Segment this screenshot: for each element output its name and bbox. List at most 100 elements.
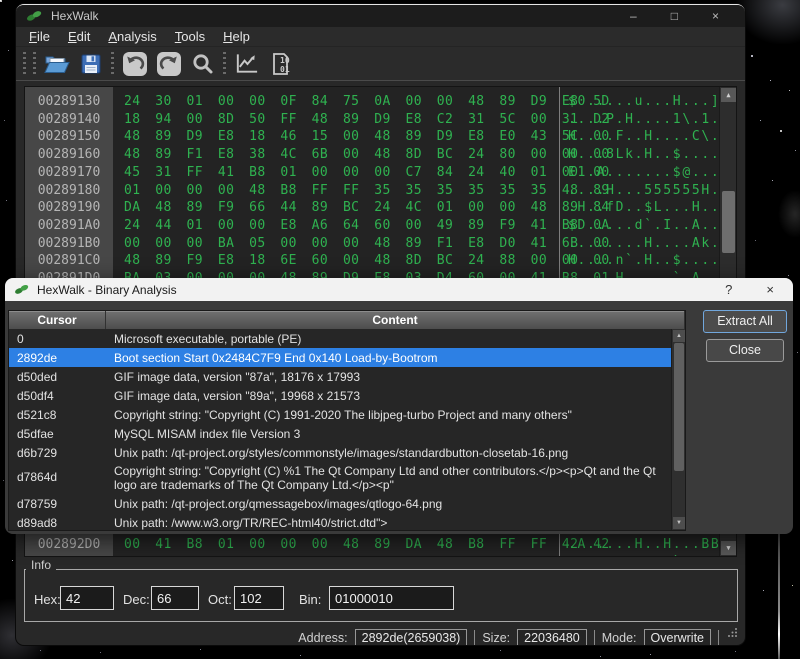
row-cursor: 0 [9,332,106,346]
hex-field[interactable] [60,586,114,610]
row-cursor: d50ded [9,370,106,384]
hex-converter-button[interactable]: 10 01 [267,50,294,77]
mode-value[interactable]: Overwrite [644,629,711,646]
redo-arrow-icon [156,51,182,77]
resize-grip[interactable] [727,627,738,638]
row-content: Boot section Start 0x2484C7F9 End 0x140 … [106,351,671,365]
menu-analysis[interactable]: Analysis [99,28,165,45]
hex-bytes[interactable]: 18 94 00 8D 50 FF 48 89 D9 E8 C2 31 5C 0… [124,111,610,129]
menu-bar: File Edit Analysis Tools Help [16,27,745,47]
scrollbar-thumb[interactable] [722,191,735,253]
table-row[interactable]: d50ded GIF image data, version "87a", 18… [9,367,671,386]
hex-ascii[interactable]: .A.....H..H...BB [568,536,720,554]
minimize-button[interactable]: – [630,9,637,23]
toolbar-drag-handle[interactable] [23,52,26,76]
row-content: Unix path: /qt-project.org/qmessagebox/i… [106,497,671,511]
table-row[interactable]: d6b729 Unix path: /qt-project.org/styles… [9,443,671,462]
hex-ascii[interactable]: H....n`.H..$.... [568,252,720,270]
table-row[interactable]: d7864d Copyright string: "Copyright (C) … [9,462,671,494]
scrollbar-thumb[interactable] [674,343,684,471]
undo-button[interactable] [121,50,148,77]
table-scrollbar[interactable]: ▲ ▼ [671,329,685,530]
analysis-chart-button[interactable] [233,50,260,77]
scroll-down-icon[interactable]: ▼ [721,541,736,555]
hex-bytes[interactable]: 48 89 F9 E8 18 6E 60 00 48 8D BC 24 88 0… [124,252,610,270]
menu-edit[interactable]: Edit [59,28,99,45]
toolbar-drag-handle[interactable] [111,52,114,76]
mode-label: Mode: [602,631,637,645]
oct-field[interactable] [234,586,284,610]
row-cursor: d521c8 [9,408,106,422]
table-row[interactable]: d5dfae MySQL MISAM index file Version 3 [9,424,671,443]
row-content: GIF image data, version "89a", 19968 x 2… [106,389,671,403]
row-cursor: d78759 [9,497,106,511]
hex-bytes[interactable]: 24 30 01 00 00 0F 84 75 0A 00 00 48 89 D… [124,93,610,111]
menu-file[interactable]: File [20,28,59,45]
status-separator [474,630,475,646]
close-button[interactable]: × [712,9,719,23]
table-row[interactable]: d50df4 GIF image data, version "89a", 19… [9,386,671,405]
hex-ascii[interactable]: H....F..H....C\. [568,128,720,146]
redo-button[interactable] [155,50,182,77]
hex-bytes[interactable]: 00 41 B8 01 00 00 00 48 89 DA 48 B8 FF F… [124,536,610,554]
table-row[interactable]: d78759 Unix path: /qt-project.org/qmessa… [9,494,671,513]
hex-label: Hex: [34,592,61,607]
hex-ascii[interactable]: $0.....u...H...] [568,93,720,111]
dialog-close-button[interactable]: × [766,282,774,297]
table-header: Cursor Content [9,311,685,329]
dialog-help-button[interactable]: ? [725,282,732,297]
hex-ascii[interactable]: H...8Lk.H..$.... [568,146,720,164]
content-column-header[interactable]: Content [106,311,685,329]
hex-ascii[interactable]: ....P.H....1\.1. [568,111,720,129]
hex-row: 00289170 45 31 FF 41 B8 01 00 00 00 C7 8… [25,164,736,182]
cursor-column-header[interactable]: Cursor [9,311,106,329]
hex-ascii[interactable]: ........H....Ak. [568,235,720,253]
search-button[interactable] [189,50,216,77]
extract-all-button[interactable]: Extract All [703,310,787,333]
hex-ascii[interactable]: ....H...555555H. [568,182,720,200]
dialog-title-bar[interactable]: HexWalk - Binary Analysis ? × [5,278,793,301]
hex-bytes[interactable]: 48 89 F1 E8 38 4C 6B 00 48 8D BC 24 80 0… [124,146,610,164]
analysis-table: Cursor Content 0 Microsoft executable, p… [8,310,686,531]
hex-bytes[interactable]: 45 31 FF 41 B8 01 00 00 00 C7 84 24 40 0… [124,164,610,182]
title-bar[interactable]: HexWalk – □ × [16,5,745,27]
table-row[interactable]: d521c8 Copyright string: "Copyright (C) … [9,405,671,424]
close-dialog-button[interactable]: Close [706,339,784,362]
hex-bytes[interactable]: 01 00 00 00 48 B8 FF FF 35 35 35 35 35 3… [124,182,610,200]
hex-bytes[interactable]: 00 00 00 BA 05 00 00 00 48 89 F1 E8 D0 4… [124,235,610,253]
open-file-button[interactable] [43,50,70,77]
bin-field[interactable] [329,586,454,610]
hex-bytes[interactable]: 42 42 42 42 48 89 FA E8 36 30 60 00 48 8… [124,554,610,557]
hex-address: 00289140 [25,111,113,129]
status-separator [718,630,719,646]
menu-help[interactable]: Help [214,28,259,45]
scroll-down-icon[interactable]: ▼ [673,517,685,529]
table-row[interactable]: d89ad8 Unix path: /www.w3.org/TR/REC-htm… [9,513,671,530]
hex-row: 00289190 DA 48 89 F9 66 44 89 BC 24 4C 0… [25,199,736,217]
hex-ascii[interactable]: E1.A.......$@... [568,164,720,182]
starfield-bright [0,0,2,2]
menu-tools[interactable]: Tools [166,28,214,45]
hex-bytes[interactable]: DA 48 89 F9 66 44 89 BC 24 4C 01 00 00 4… [124,199,610,217]
address-label: Address: [298,631,347,645]
hex-bytes[interactable]: 24 44 01 00 00 E8 A6 64 60 00 49 89 F9 4… [124,217,610,235]
maximize-button[interactable]: □ [671,9,678,23]
save-file-button[interactable] [77,50,104,77]
scroll-up-icon[interactable]: ▲ [721,88,736,102]
hex-address: 00289170 [25,164,113,182]
hex-ascii[interactable]: .H..fD..$L...H.. [568,199,720,217]
dec-field[interactable] [151,586,199,610]
hex-address: 00289130 [25,93,113,111]
svg-text:01: 01 [280,65,290,74]
toolbar-drag-handle[interactable] [33,52,36,76]
toolbar-drag-handle[interactable] [223,52,226,76]
hex-ascii[interactable]: BBBBH....60`.H.. [568,554,720,557]
hex-ascii[interactable]: $D.....d`.I..A.. [568,217,720,235]
dec-label: Dec: [123,592,150,607]
table-row-selected[interactable]: 2892de Boot section Start 0x2484C7F9 End… [9,348,671,367]
table-row[interactable]: 0 Microsoft executable, portable (PE) [9,329,671,348]
scroll-up-icon[interactable]: ▲ [673,330,685,342]
hex-bytes[interactable]: 48 89 D9 E8 18 46 15 00 48 89 D9 E8 E0 4… [124,128,610,146]
binary-document-icon: 10 01 [268,51,294,77]
hex-row-partial: 002892E0 42 42 42 42 48 89 FA E8 36 30 6… [25,554,736,557]
